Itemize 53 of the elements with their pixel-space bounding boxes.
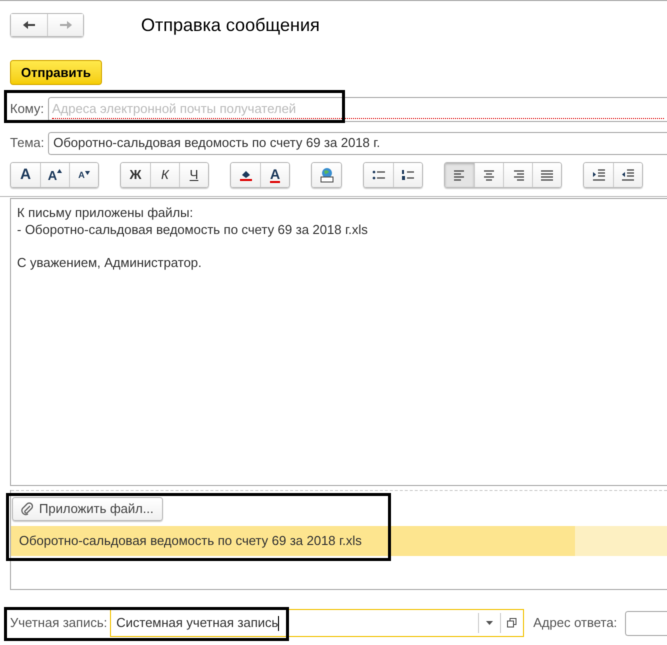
dropdown-icon[interactable] (486, 621, 494, 625)
toolbar-button[interactable]: A (11, 163, 40, 187)
back-arrow-icon (22, 20, 36, 30)
align-center-icon (482, 169, 496, 181)
subject-label: Тема: (10, 134, 44, 152)
toolbar-button[interactable] (445, 163, 474, 187)
toolbar-button[interactable] (532, 163, 561, 187)
recipients-field[interactable]: Адреса электронной почты получателей (48, 96, 667, 122)
toolbar-button[interactable]: К (150, 163, 179, 187)
message-body-editor[interactable]: К письму приложены файлы: - Оборотно-сальдовая ведомость по счету 69 за 2018 г.xls С уважением, Администратор. (10, 198, 667, 486)
reply-to-label: Адрес ответа: (533, 614, 618, 632)
image-icon (318, 167, 334, 183)
toolbar-button[interactable]: A (69, 163, 98, 187)
toolbar-button[interactable] (364, 163, 393, 187)
toolbar-button[interactable] (231, 163, 260, 187)
toolbar-button[interactable]: Ж (121, 163, 150, 187)
underline-icon: Ч (190, 165, 198, 185)
toolbar-button[interactable] (503, 163, 532, 187)
align-right-icon (511, 169, 525, 181)
align-left-icon (452, 169, 466, 181)
italic-icon: К (161, 165, 169, 185)
toolbar-button[interactable] (584, 163, 613, 187)
message-text-line: С уважением, Администратор. (17, 254, 203, 271)
toolbar-button[interactable] (393, 163, 422, 187)
open-icon[interactable] (507, 618, 518, 628)
numbered-list-icon (401, 169, 415, 181)
paperclip-icon (21, 502, 33, 516)
toolbar-button[interactable]: A (260, 163, 289, 187)
attachment-row[interactable]: Оборотно-сальдовая ведомость по счету 69 за 2018 г.xls (11, 526, 667, 556)
outdent-icon (621, 169, 635, 181)
account-field[interactable]: Системная учетная запись (110, 609, 524, 637)
toolbar-button[interactable]: A (40, 163, 69, 187)
font-icon: A (20, 164, 31, 186)
send-button[interactable]: Отправить (10, 60, 102, 85)
subject-field[interactable]: Оборотно-сальдовая ведомость по счету 69 за 2018 г. (48, 132, 667, 154)
toolbar-button[interactable]: Ч (179, 163, 208, 187)
attachment-name: Оборотно-сальдовая ведомость по счету 69 за 2018 г.xls (18, 532, 362, 550)
window-title: Отправка сообщения (141, 14, 320, 37)
fill-color-icon (238, 169, 252, 181)
toolbar-button[interactable] (474, 163, 503, 187)
justify-icon (540, 169, 554, 181)
bold-icon: Ж (130, 165, 142, 185)
bulleted-list-icon (372, 169, 386, 181)
to-label: Кому: (10, 100, 44, 118)
attach-file-button[interactable]: Приложить файл... (12, 497, 163, 521)
back-button[interactable] (11, 14, 47, 36)
forward-arrow-icon (58, 20, 72, 30)
indent-icon (592, 169, 606, 181)
message-text-line: - Оборотно-сальдовая ведомость по счету 69 за 2018 г.xls (17, 221, 369, 238)
toolbar-button[interactable] (613, 163, 642, 187)
account-label: Учетная запись: (10, 614, 108, 632)
reply-to-field[interactable] (625, 610, 667, 636)
message-text-line: К письму приложены файлы: (17, 204, 194, 221)
